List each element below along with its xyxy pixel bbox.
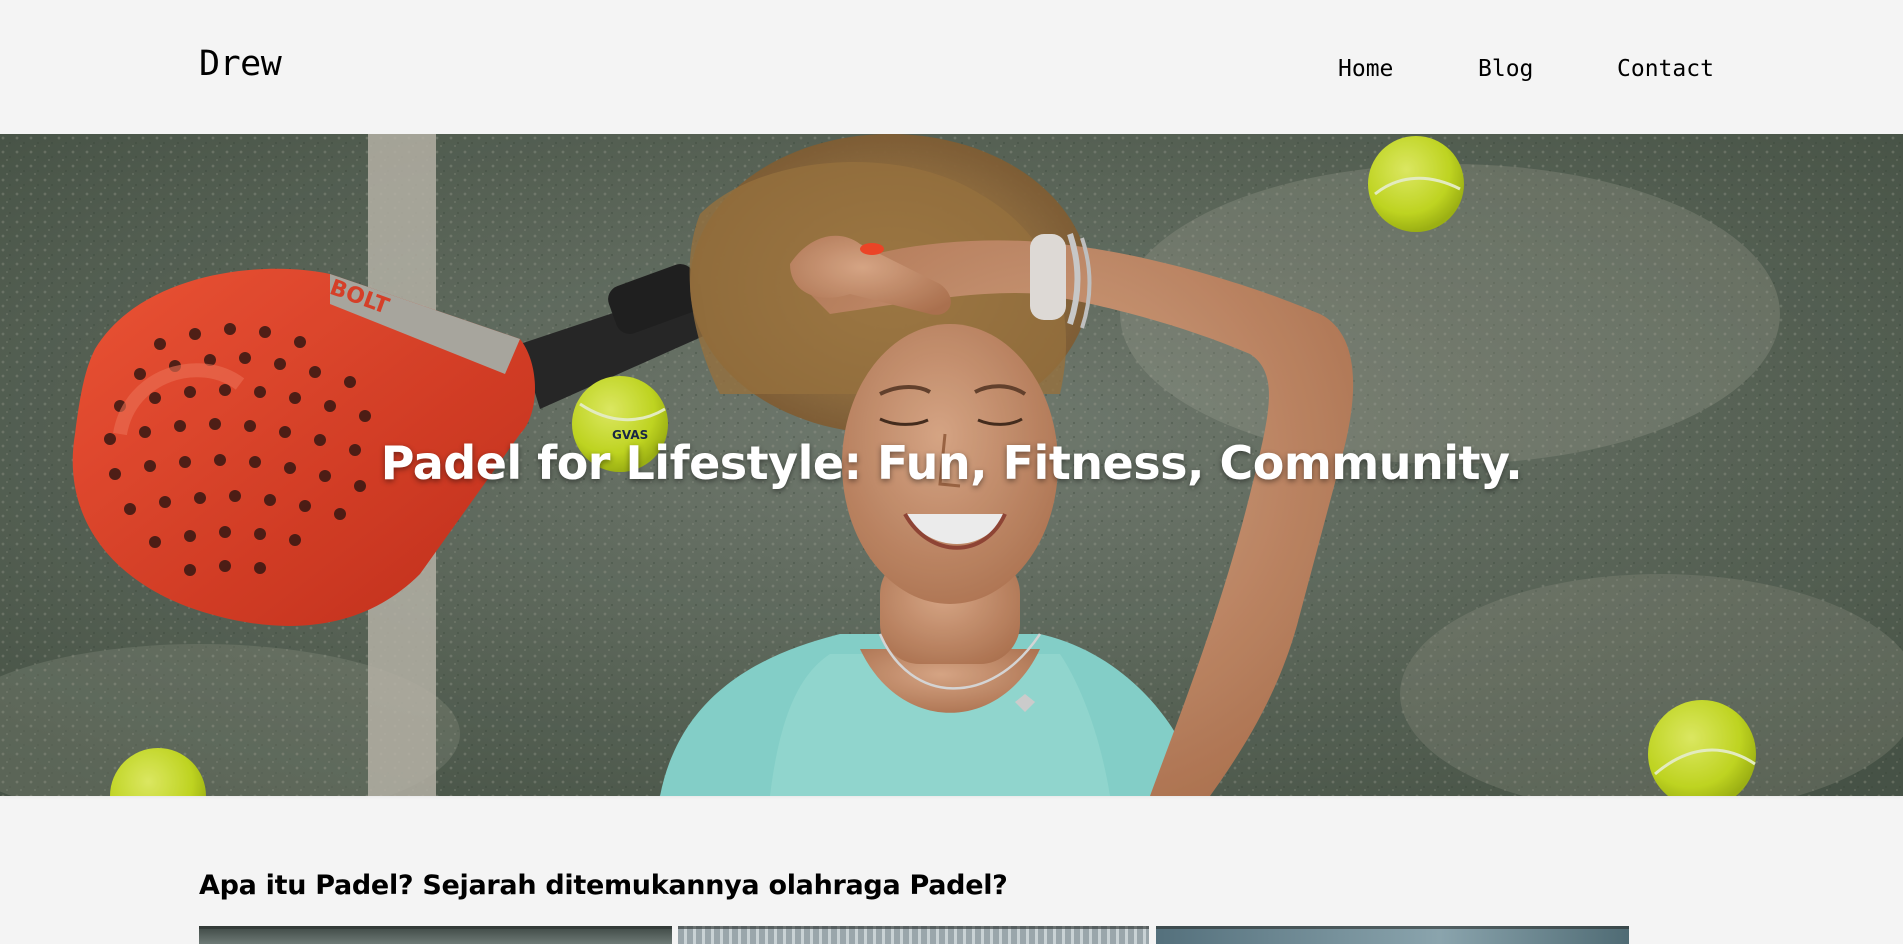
nav-link-blog[interactable]: Blog [1478, 56, 1533, 82]
nav-link-contact[interactable]: Contact [1617, 56, 1714, 82]
article-thumbnail-row [199, 926, 1629, 944]
hero-title: Padel for Lifestyle: Fun, Fitness, Commu… [380, 436, 1523, 490]
hero-banner: BOLT GVAS Padel for Lifestyle: Fun, Fitn… [0, 134, 1903, 796]
article-thumbnail-3[interactable] [1156, 926, 1629, 944]
article-thumbnail-2[interactable] [678, 926, 1149, 944]
nav-link-home[interactable]: Home [1338, 56, 1393, 82]
article-thumbnail-1[interactable] [199, 926, 672, 944]
main-nav: Home Blog Contact [0, 56, 1903, 86]
site-header: Drew Home Blog Contact [0, 0, 1903, 134]
article-title[interactable]: Apa itu Padel? Sejarah ditemukannya olah… [199, 870, 1008, 901]
